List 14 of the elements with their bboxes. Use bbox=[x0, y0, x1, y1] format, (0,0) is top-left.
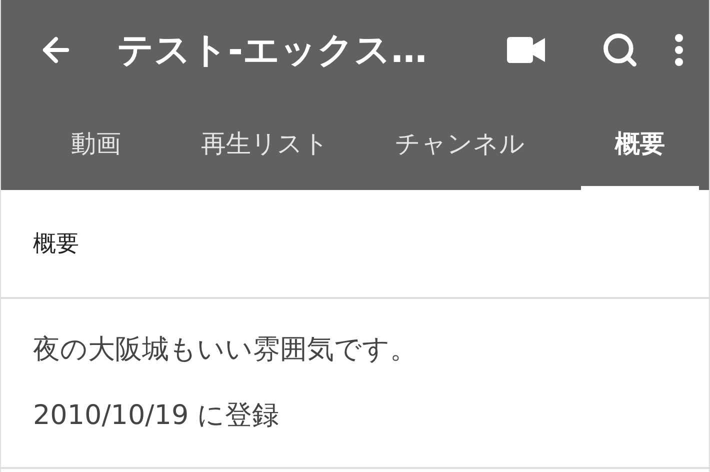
more-button[interactable] bbox=[675, 34, 683, 66]
tab[interactable]: 再生リスト bbox=[191, 100, 339, 190]
tab[interactable]: チャンネル bbox=[339, 100, 581, 190]
search-icon bbox=[601, 31, 639, 69]
tab[interactable]: 概要 bbox=[581, 100, 699, 190]
video-camera-icon bbox=[507, 37, 545, 63]
tab[interactable]: 動画 bbox=[1, 100, 191, 190]
description-text: 夜の大阪城もいい雰囲気です。 bbox=[33, 333, 418, 367]
registered-date: 2010/10/19 に登録 bbox=[33, 399, 280, 433]
more-icon bbox=[675, 34, 683, 66]
section-title: 概要 bbox=[33, 230, 79, 259]
channel-title: テスト-エックス… bbox=[117, 28, 428, 72]
search-button[interactable] bbox=[601, 31, 639, 69]
video-camera-button[interactable] bbox=[507, 37, 545, 63]
